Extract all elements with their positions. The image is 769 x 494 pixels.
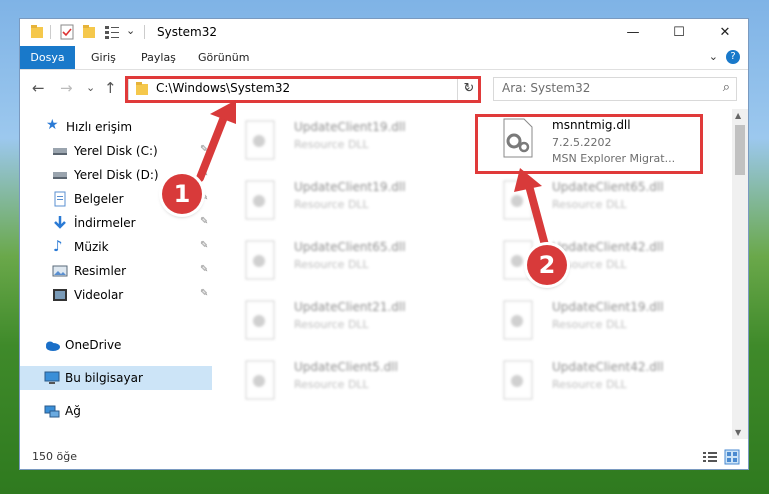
arrow-2-head xyxy=(514,168,542,192)
arrow-1 xyxy=(196,108,230,182)
step-badge-2: 2 xyxy=(527,245,567,285)
annotation-arrows xyxy=(196,100,549,249)
arrow-2 xyxy=(524,178,549,249)
step-badge-1: 1 xyxy=(162,174,202,214)
